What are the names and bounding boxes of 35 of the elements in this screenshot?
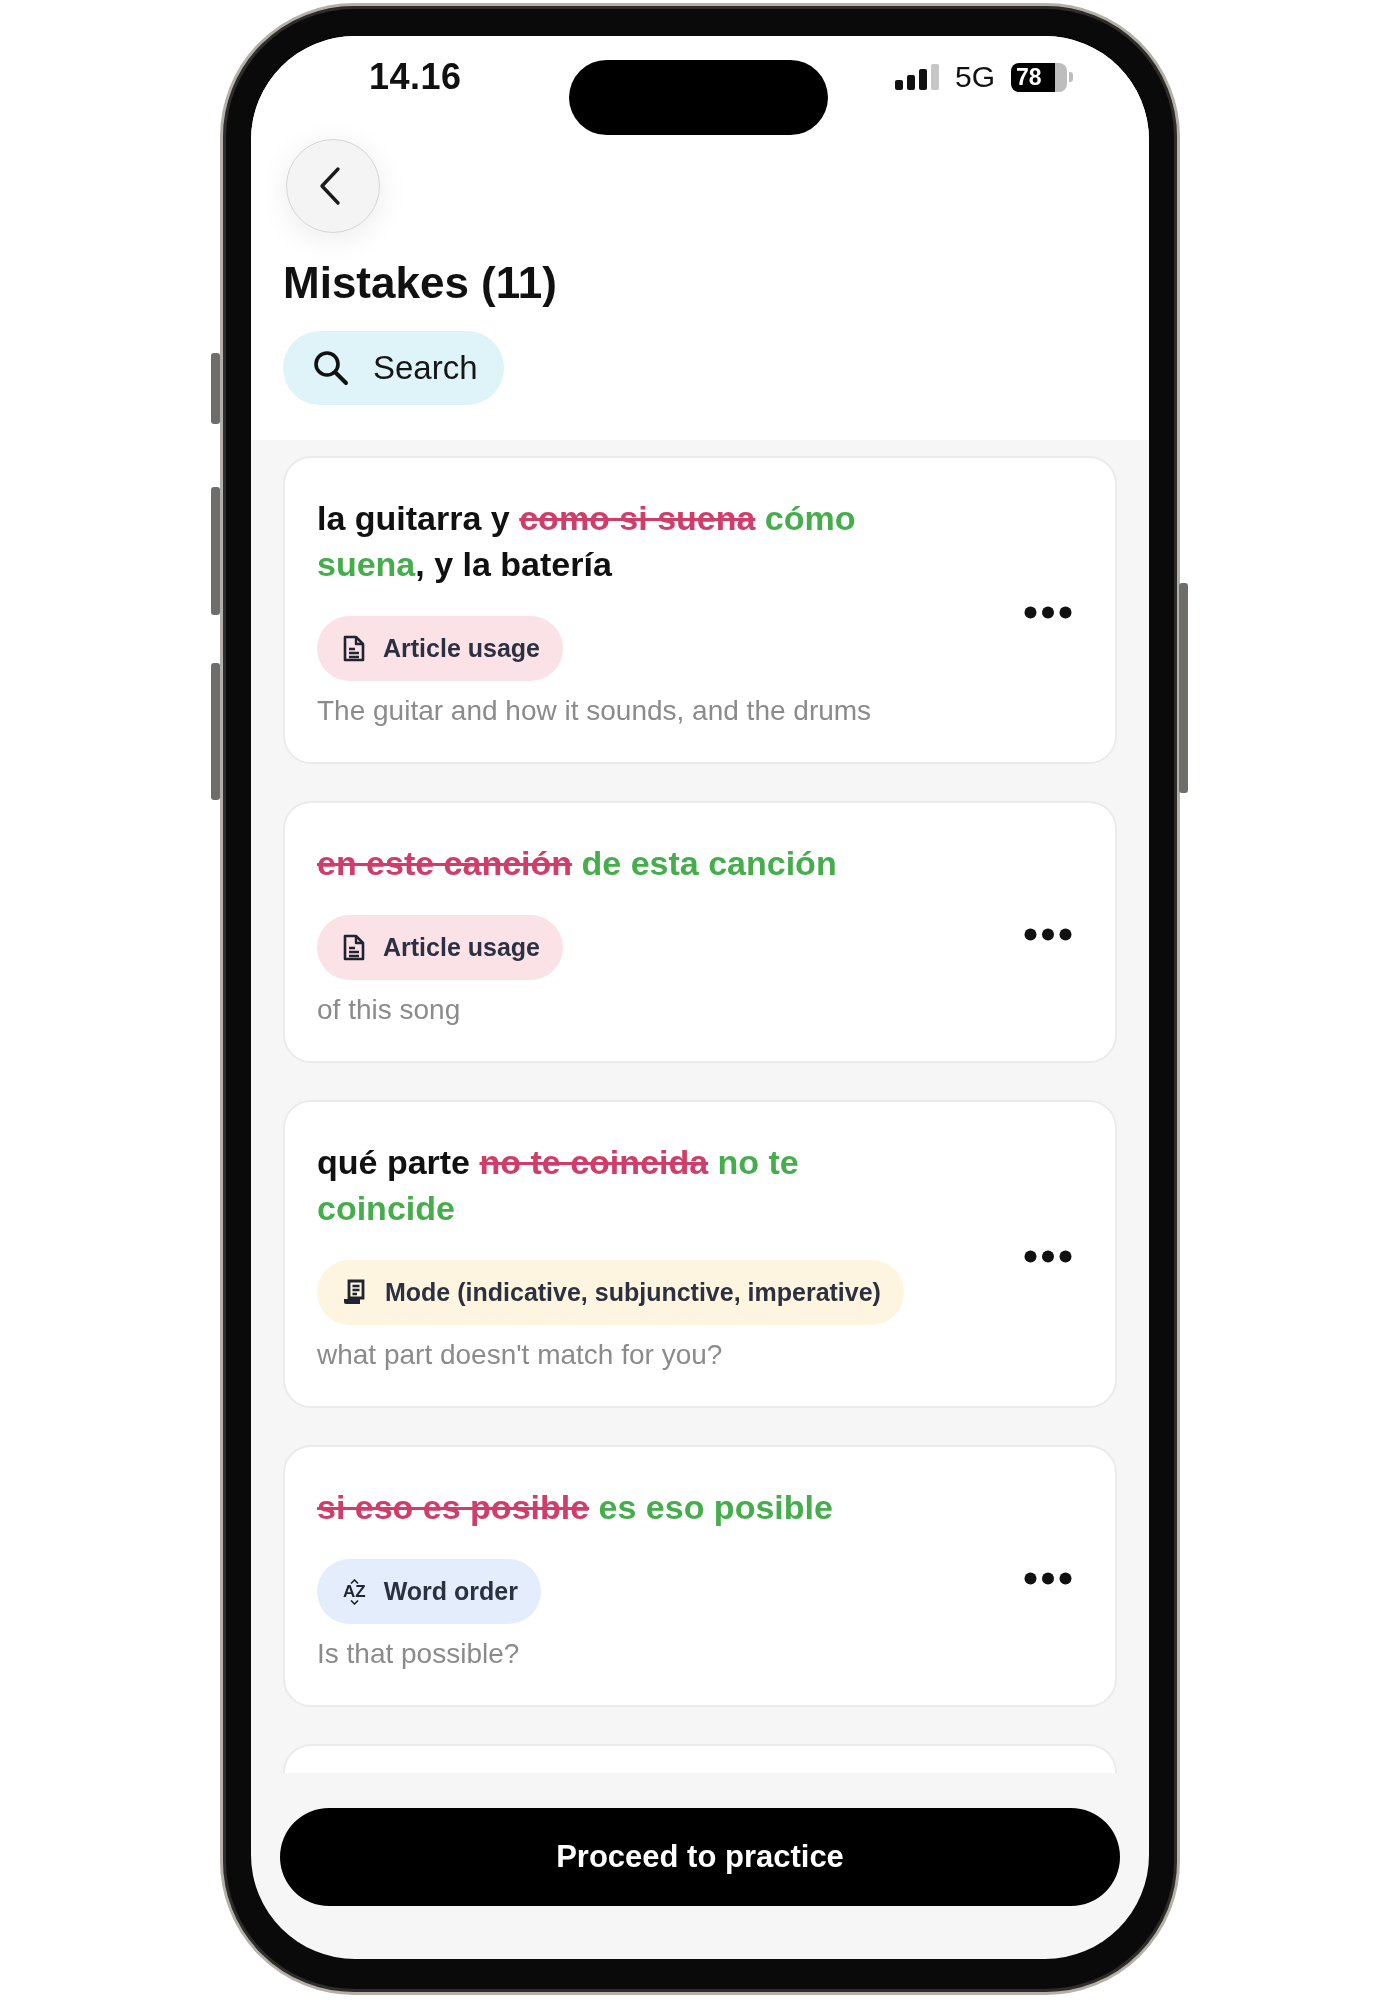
mistake-card[interactable]: en este canción de esta canción Article usage of this song (283, 801, 1117, 1063)
translation-text: Is that possible? (317, 1637, 520, 1671)
mistake-card[interactable]: qué parte no te coincida no te coincide Mode (indicative, subjunctive, imperative) what part doesn't match for you? (283, 1100, 1117, 1408)
status-time: 14.16 (369, 56, 462, 98)
more-icon (1024, 1571, 1072, 1585)
more-options-button[interactable] (1024, 1571, 1072, 1585)
mistake-card[interactable]: la guitarra y como si suena cómo suena, y la batería Article usage The guitar and how it sounds, and the drums (283, 456, 1117, 764)
sentence-text: la guitarra y como si suena cómo suena, y la batería (317, 498, 857, 585)
translation-text: what part doesn't match for you? (317, 1338, 723, 1372)
more-options-button[interactable] (1024, 927, 1072, 941)
proceed-button[interactable]: Proceed to practice (280, 1808, 1120, 1906)
tag-label: Article usage (383, 933, 540, 962)
document-icon (343, 635, 365, 662)
chevron-left-icon (318, 166, 342, 206)
signal-icon (894, 64, 939, 90)
sentence-text: en este canción de esta canción (317, 843, 837, 884)
more-options-button[interactable] (1024, 1249, 1072, 1263)
more-icon (1024, 1249, 1072, 1263)
page-title: Mistakes (11) (283, 257, 557, 309)
translation-text: of this song (317, 993, 461, 1027)
mistake-card[interactable]: si eso es posible es eso posible AZ Word order Is that possible? (283, 1445, 1117, 1707)
network-label: 5G (954, 60, 995, 94)
translation-text: The guitar and how it sounds, and the drums (317, 694, 872, 728)
scroll-icon (343, 1279, 367, 1306)
more-icon (1024, 927, 1072, 941)
tag-label: Mode (indicative, subjunctive, imperative) (385, 1278, 881, 1307)
more-icon (1024, 605, 1072, 619)
tag-label: Word order (383, 1577, 518, 1606)
search-button[interactable]: Search (283, 331, 504, 405)
document-icon (343, 934, 365, 961)
tag-label: Article usage (383, 634, 540, 663)
sentence-text: si eso es posible es eso posible (317, 1487, 833, 1528)
search-icon (313, 350, 349, 386)
sentence-text: qué parte no te coincida no te coincide (317, 1142, 800, 1229)
more-options-button[interactable] (1024, 605, 1072, 619)
